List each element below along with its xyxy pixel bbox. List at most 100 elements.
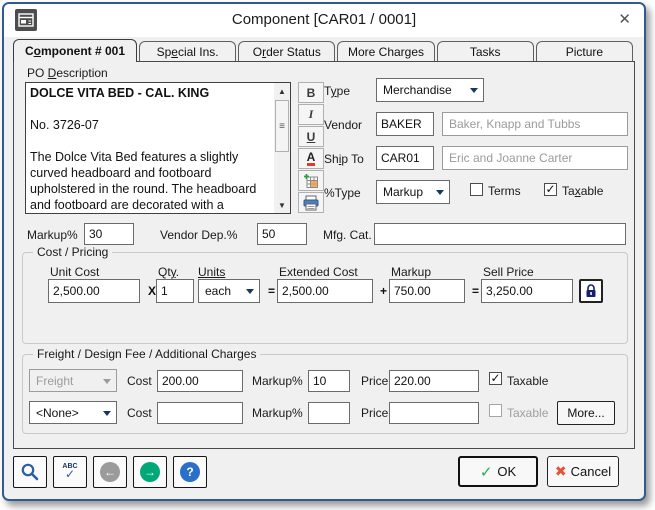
tab-component-001[interactable]: Component # 001 (13, 39, 137, 62)
arrow-right-icon: → (140, 462, 160, 482)
mfg-cat-label: Mfg. Cat. (323, 228, 372, 242)
tab-more-charges[interactable]: More Charges (337, 41, 435, 61)
chevron-down-icon (103, 378, 111, 384)
po-description-text: DOLCE VITA BED - CAL. KING No. 3726-07 T… (30, 85, 272, 213)
search-button[interactable] (13, 456, 47, 488)
vendor-dep-pct-label: Vendor Dep.% (160, 228, 238, 242)
unit-cost-input[interactable] (48, 279, 140, 303)
cost-label-1: Cost (127, 374, 152, 388)
sell-price-input[interactable] (481, 279, 573, 303)
tab-strip: Component # 001 Special Ins. Order Statu… (13, 39, 635, 62)
equals-operator: = (268, 284, 276, 298)
qty-input[interactable] (156, 279, 194, 303)
more-button[interactable]: More... (557, 401, 615, 425)
markup-label-1: Markup% (252, 374, 303, 388)
help-button[interactable]: ? (173, 456, 207, 488)
po-description-editor[interactable]: DOLCE VITA BED - CAL. KING No. 3726-07 T… (25, 82, 291, 214)
ship-to-code-input[interactable] (376, 146, 434, 170)
tab-order-status[interactable]: Order Status (238, 41, 336, 61)
font-color-icon: A (306, 151, 316, 167)
mfg-cat-input[interactable] (374, 223, 626, 245)
lock-icon (586, 284, 596, 297)
spellcheck-button[interactable]: ABC ✓ (53, 456, 87, 488)
search-icon (21, 463, 39, 481)
spellcheck-icon: ABC ✓ (62, 463, 78, 481)
charge-type-dropdown-2[interactable]: <None> (29, 401, 117, 424)
bold-icon: B (306, 85, 316, 100)
extended-cost-input[interactable] (277, 279, 373, 303)
freight-taxable-checkbox-2 (489, 404, 502, 417)
screen: Component [CAR01 / 0001] ✕ Component # 0… (0, 0, 655, 510)
vendor-dep-pct-input[interactable] (257, 223, 307, 245)
freight-markup-input-2[interactable] (308, 402, 350, 424)
freight-taxable-checkbox-1[interactable]: ✓ (489, 372, 502, 385)
freight-price-input-1[interactable] (389, 370, 479, 392)
cost-pricing-legend: Cost / Pricing (33, 245, 113, 259)
terms-checkbox[interactable] (470, 183, 483, 196)
freight-cost-input-2[interactable] (157, 402, 243, 424)
freight-taxable-label-1: Taxable (507, 374, 549, 388)
price-label-1: Price (361, 374, 389, 388)
chevron-down-icon (103, 410, 111, 416)
arrow-left-icon: ← (100, 462, 120, 482)
unit-cost-label: Unit Cost (50, 265, 100, 279)
tab-picture[interactable]: Picture (535, 41, 634, 61)
freight-legend: Freight / Design Fee / Additional Charge… (33, 347, 261, 361)
scroll-grip-icon: ≡ (279, 120, 285, 132)
times-operator: X (148, 284, 157, 298)
units-label: Units (198, 265, 226, 279)
scroll-up-icon[interactable]: ▲ (274, 84, 290, 98)
markup-pct-input[interactable] (84, 223, 134, 245)
tab-tasks[interactable]: Tasks (436, 41, 534, 61)
freight-cost-input-1[interactable] (157, 370, 243, 392)
x-icon: ✖ (554, 463, 567, 479)
type-dropdown[interactable]: Merchandise (376, 78, 484, 102)
ok-button-label: OK (497, 464, 517, 479)
italic-icon: I (308, 107, 314, 121)
check-icon: ✓ (490, 370, 501, 385)
terms-label: Terms (488, 184, 521, 198)
italic-button[interactable]: I (298, 104, 324, 125)
print-button[interactable] (298, 192, 324, 213)
ok-button[interactable]: ✓ OK (458, 456, 538, 487)
dialog-title: Component [CAR01 / 0001] (231, 11, 417, 28)
vendor-code-input[interactable] (376, 112, 434, 136)
scroll-thumb[interactable]: ≡ (275, 100, 289, 152)
bold-button[interactable]: B (298, 82, 324, 103)
component-dialog: Component [CAR01 / 0001] ✕ Component # 0… (2, 2, 646, 501)
price-lock-button[interactable] (579, 279, 603, 303)
units-dropdown[interactable]: each (198, 279, 260, 303)
freight-price-input-2[interactable] (389, 402, 479, 424)
tab-page: PO Description DOLCE VITA BED - CAL. KIN… (13, 61, 635, 449)
check-icon: ✓ (545, 181, 556, 196)
vendor-name-display: Baker, Knapp and Tubbs (442, 112, 628, 136)
tab-special-ins[interactable]: Special Ins. (139, 41, 237, 61)
scroll-down-icon[interactable]: ▼ (274, 198, 290, 212)
ship-to-label: Ship To (324, 152, 364, 166)
insert-table-icon (304, 173, 318, 188)
charge-type-dropdown-1: Freight (29, 369, 117, 392)
pct-type-dropdown[interactable]: Markup (376, 180, 450, 204)
scrollbar[interactable]: ▲ ≡ ▼ (274, 83, 290, 213)
freight-taxable-label-2: Taxable (507, 406, 549, 420)
freight-markup-input-1[interactable] (308, 370, 350, 392)
markup-label-2: Markup% (252, 406, 303, 420)
chevron-down-icon (436, 190, 444, 195)
close-icon[interactable]: ✕ (618, 10, 631, 28)
chevron-down-icon (470, 88, 478, 93)
taxable-checkbox[interactable]: ✓ (544, 183, 557, 196)
cancel-button[interactable]: ✖ Cancel (547, 456, 619, 487)
cost-pricing-group: Cost / Pricing Unit Cost X Qty. Units ea… (22, 245, 628, 344)
font-color-button[interactable]: A (298, 148, 324, 169)
taxable-label: Taxable (562, 184, 604, 198)
po-description-label: PO Description (27, 66, 108, 80)
previous-button[interactable]: ← (93, 456, 127, 488)
title-bar: Component [CAR01 / 0001] ✕ (4, 4, 644, 37)
underline-button[interactable]: U (298, 126, 324, 147)
vendor-label: Vendor (324, 118, 363, 132)
insert-table-button[interactable] (298, 170, 324, 191)
markup-amount-input[interactable] (389, 279, 465, 303)
next-button[interactable]: → (133, 456, 167, 488)
extended-cost-label: Extended Cost (279, 265, 358, 279)
underline-icon: U (306, 129, 316, 144)
